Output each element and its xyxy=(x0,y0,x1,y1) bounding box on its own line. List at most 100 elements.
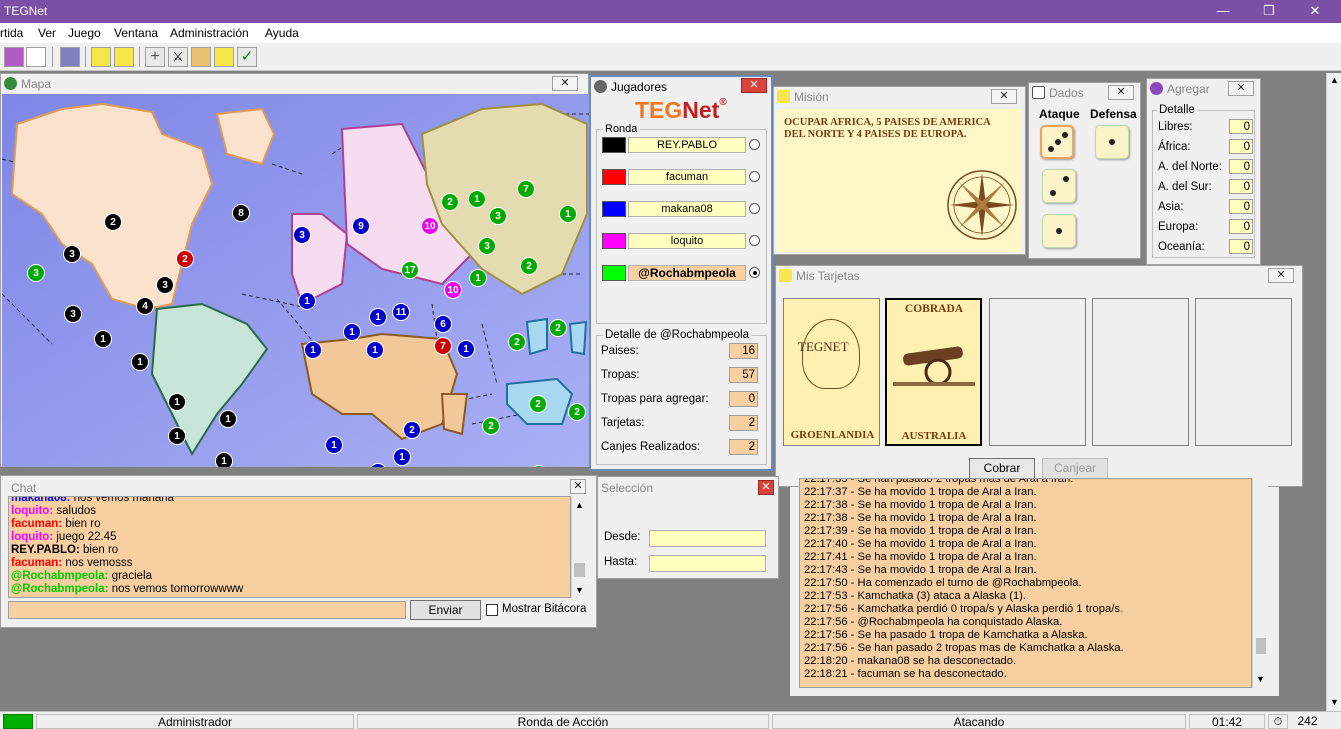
player-radio[interactable] xyxy=(749,171,760,182)
army-marker[interactable]: 6 xyxy=(434,315,452,333)
add-icon[interactable]: + xyxy=(145,47,165,67)
army-marker[interactable]: 2 xyxy=(104,213,122,231)
save-icon[interactable] xyxy=(60,47,80,67)
army-marker[interactable]: 3 xyxy=(293,226,311,244)
army-marker[interactable]: 1 xyxy=(369,308,387,326)
card-icon[interactable] xyxy=(114,47,134,67)
army-marker[interactable]: 1 xyxy=(219,410,237,428)
army-marker[interactable]: 10 xyxy=(421,217,439,235)
scroll-down-icon[interactable]: ▼ xyxy=(575,585,584,595)
army-marker[interactable]: 3 xyxy=(156,276,174,294)
player-radio[interactable] xyxy=(749,139,760,150)
chat-close-button[interactable]: ✕ xyxy=(570,479,586,494)
agregar-value: 0 xyxy=(1229,139,1253,154)
menu-ver[interactable]: Ver xyxy=(38,26,56,40)
mision-close-button[interactable]: ✕ xyxy=(991,89,1017,104)
main-scrollbar[interactable]: ▲ ▼ xyxy=(1326,73,1341,711)
menu-administracion[interactable]: Administración xyxy=(170,26,249,40)
world-map[interactable]: 2832334311111161391111161171101017217133… xyxy=(2,94,589,467)
army-marker[interactable]: 10 xyxy=(444,281,462,299)
cobrar-button[interactable]: Cobrar xyxy=(969,458,1035,479)
army-marker[interactable]: 2 xyxy=(482,417,500,435)
card-slot-empty xyxy=(1195,298,1292,446)
scroll-up-icon[interactable]: ▲ xyxy=(575,500,584,510)
army-marker[interactable]: 1 xyxy=(131,353,149,371)
army-marker[interactable]: 1 xyxy=(168,427,186,445)
check-icon[interactable]: ✓ xyxy=(237,47,257,67)
army-marker[interactable]: 3 xyxy=(27,264,45,282)
army-marker[interactable]: 3 xyxy=(489,207,507,225)
army-marker[interactable]: 17 xyxy=(401,261,419,279)
dados-close-button[interactable]: ✕ xyxy=(1108,85,1134,100)
mostrar-bitacora-checkbox[interactable] xyxy=(486,604,498,616)
army-marker[interactable]: 1 xyxy=(304,341,322,359)
army-marker[interactable]: 1 xyxy=(343,323,361,341)
army-marker[interactable]: 1 xyxy=(559,205,577,223)
army-marker[interactable]: 2 xyxy=(549,319,567,337)
log-scrollbar[interactable]: ▼ xyxy=(1252,478,1268,688)
menu-partida[interactable]: rtida xyxy=(0,26,23,40)
army-marker[interactable]: 7 xyxy=(517,180,535,198)
army-marker[interactable]: 1 xyxy=(468,190,486,208)
army-marker[interactable]: 8 xyxy=(232,204,250,222)
card-groenlandia[interactable]: TEGNET GROENLANDIA xyxy=(783,298,880,446)
army-marker[interactable]: 3 xyxy=(478,237,496,255)
army-marker[interactable]: 3 xyxy=(64,305,82,323)
card-australia[interactable]: COBRADA AUSTRALIA xyxy=(885,298,982,446)
army-marker[interactable]: 2 xyxy=(441,193,459,211)
army-marker[interactable]: 2 xyxy=(176,250,194,268)
chat-input[interactable] xyxy=(8,601,406,619)
hasta-field[interactable] xyxy=(649,555,766,572)
menu-juego[interactable]: Juego xyxy=(68,26,101,40)
tarjetas-header: Mis Tarjetas ✕ xyxy=(776,266,1302,286)
army-marker[interactable]: 7 xyxy=(434,337,452,355)
army-marker[interactable]: 2 xyxy=(403,421,421,439)
menu-ayuda[interactable]: Ayuda xyxy=(265,26,299,40)
army-marker[interactable]: 1 xyxy=(94,330,112,348)
army-marker[interactable]: 1 xyxy=(298,292,316,310)
army-marker[interactable]: 11 xyxy=(392,303,410,321)
log-scroll-thumb[interactable] xyxy=(1256,638,1266,654)
army-marker[interactable]: 2 xyxy=(568,403,586,421)
army-marker[interactable]: 1 xyxy=(393,448,411,466)
chat-scrollbar[interactable]: ▲ ▼ xyxy=(571,497,586,598)
scroll-down-icon[interactable]: ▼ xyxy=(1256,674,1265,684)
canjear-button[interactable]: Canjear xyxy=(1042,458,1108,479)
attack-icon[interactable]: ⚔ xyxy=(168,47,188,67)
cards-icon[interactable] xyxy=(214,47,234,67)
army-marker[interactable]: 9 xyxy=(352,217,370,235)
player-radio[interactable] xyxy=(749,267,760,278)
minimize-icon[interactable]: — xyxy=(1213,3,1233,19)
army-marker[interactable]: 2 xyxy=(508,333,526,351)
seleccion-close-button[interactable]: ✕ xyxy=(758,480,774,495)
army-marker[interactable]: 1 xyxy=(366,341,384,359)
army-marker[interactable]: 1 xyxy=(168,393,186,411)
map-close-button[interactable]: ✕ xyxy=(552,76,578,91)
list-icon[interactable] xyxy=(26,47,46,67)
chat-line: @Rochabmpeola: graciela xyxy=(9,570,570,583)
close-icon[interactable]: ✕ xyxy=(1305,3,1325,19)
army-marker[interactable]: 1 xyxy=(457,340,475,358)
army-marker[interactable]: 2 xyxy=(520,257,538,275)
regroup-icon[interactable] xyxy=(191,47,211,67)
army-marker[interactable]: 2 xyxy=(529,395,547,413)
enviar-button[interactable]: Enviar xyxy=(410,600,481,620)
desde-field[interactable] xyxy=(649,530,766,547)
scroll-up-icon[interactable]: ▲ xyxy=(1330,75,1339,85)
jugadores-close-button[interactable]: ✕ xyxy=(741,78,767,93)
army-marker[interactable]: 1 xyxy=(469,269,487,287)
maximize-icon[interactable]: ❐ xyxy=(1259,3,1279,19)
army-marker[interactable]: 1 xyxy=(325,436,343,454)
army-marker[interactable]: 3 xyxy=(63,245,81,263)
player-radio[interactable] xyxy=(749,203,760,214)
army-marker[interactable]: 1 xyxy=(215,452,233,467)
menu-ventana[interactable]: Ventana xyxy=(114,26,158,40)
connect-icon[interactable] xyxy=(4,47,24,67)
army-marker[interactable]: 4 xyxy=(136,297,154,315)
agregar-close-button[interactable]: ✕ xyxy=(1228,81,1254,96)
scroll-thumb[interactable] xyxy=(574,563,585,577)
scroll-down-icon[interactable]: ▼ xyxy=(1330,697,1339,707)
tarjetas-close-button[interactable]: ✕ xyxy=(1268,268,1294,283)
player-radio[interactable] xyxy=(749,235,760,246)
mission-icon[interactable] xyxy=(91,47,111,67)
